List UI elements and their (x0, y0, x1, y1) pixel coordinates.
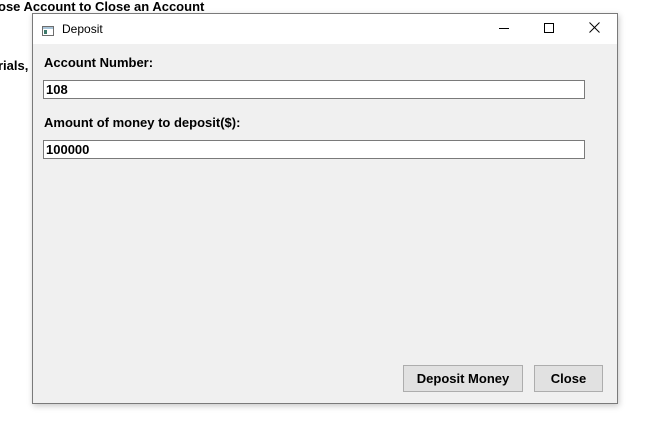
close-icon (589, 20, 600, 38)
minimize-button[interactable] (481, 14, 526, 44)
background-text-fragment: rials, (0, 58, 29, 73)
minimize-icon (498, 20, 509, 38)
maximize-button[interactable] (526, 14, 571, 44)
window-title: Deposit (62, 22, 103, 36)
title-bar[interactable]: Deposit (33, 14, 617, 44)
account-number-input[interactable] (43, 80, 585, 99)
account-number-label: Account Number: (44, 55, 154, 70)
deposit-amount-input[interactable] (43, 140, 585, 159)
background-heading: ose Account to Close an Account (0, 0, 205, 14)
maximize-icon (543, 20, 554, 38)
close-button[interactable]: Close (534, 365, 603, 392)
app-window-icon (42, 23, 54, 36)
deposit-money-button[interactable]: Deposit Money (403, 365, 523, 392)
close-window-button[interactable] (572, 14, 617, 44)
deposit-amount-label: Amount of money to deposit($): (44, 115, 241, 130)
deposit-dialog: Deposit Account Number: Amount of money … (32, 13, 618, 404)
